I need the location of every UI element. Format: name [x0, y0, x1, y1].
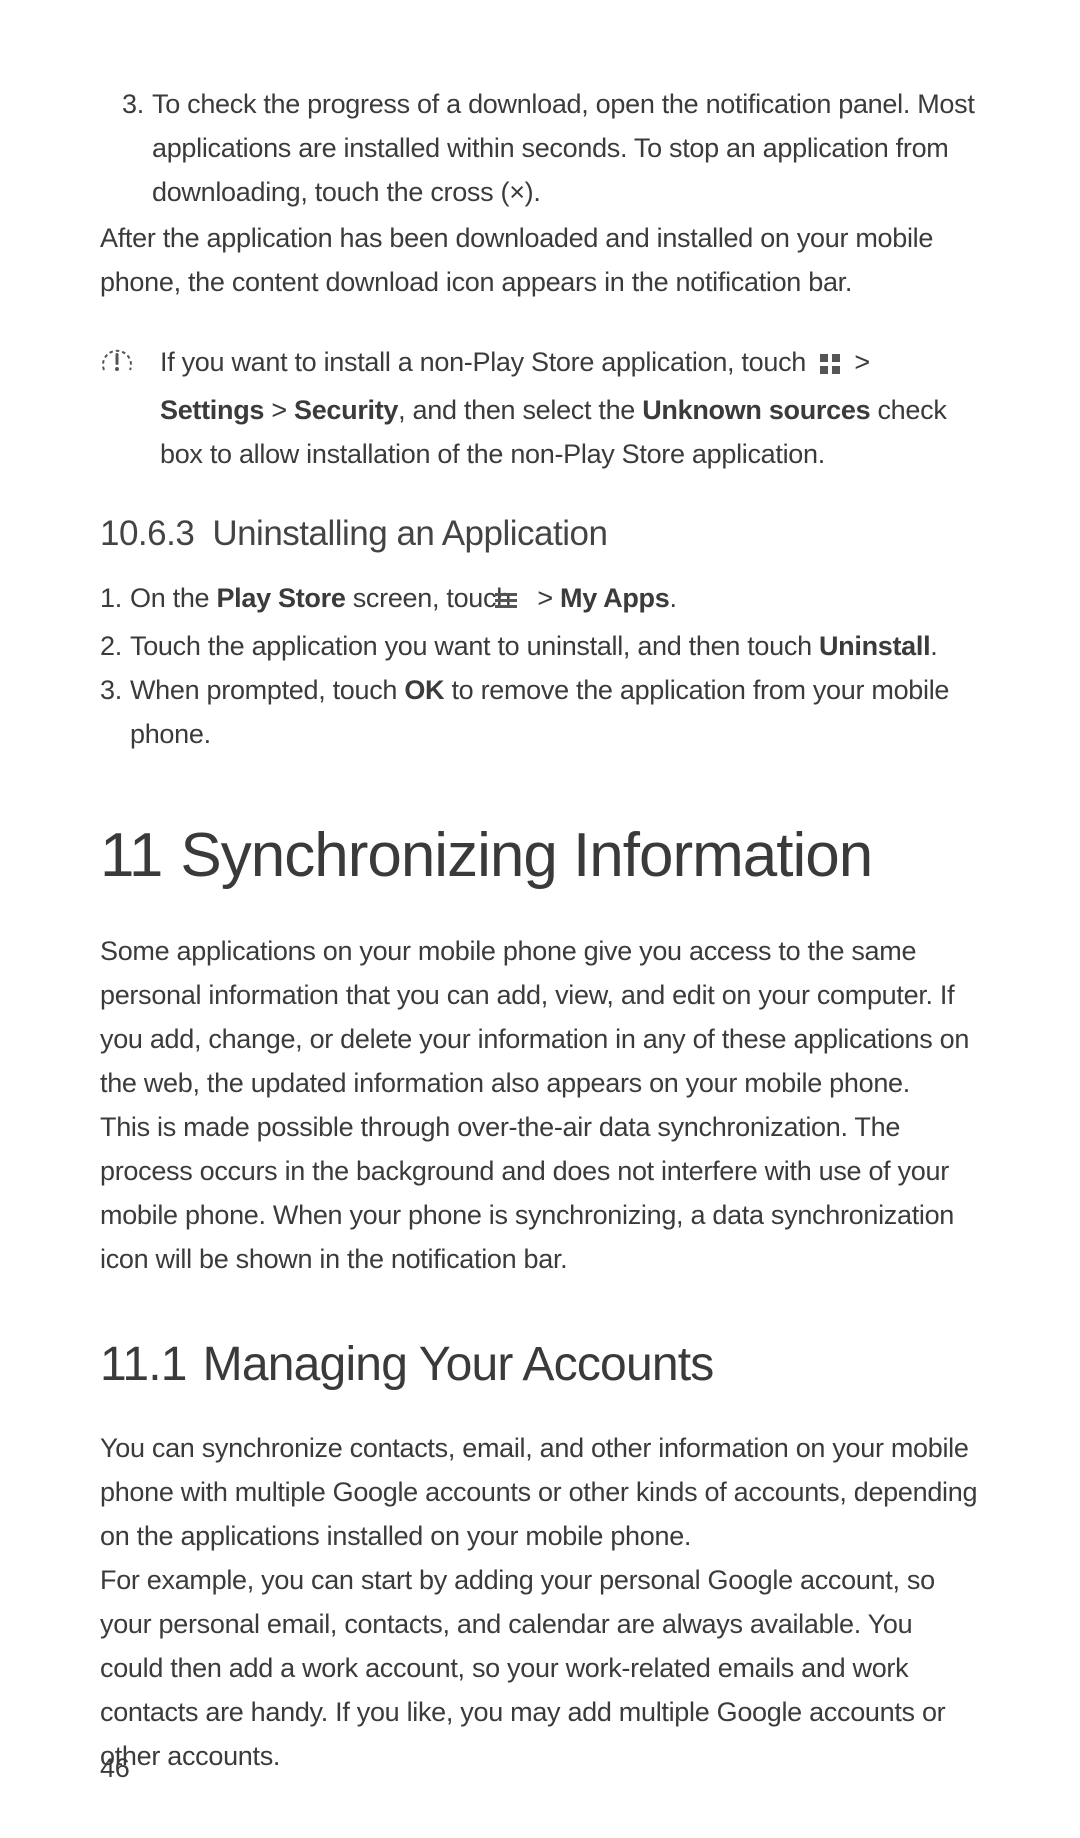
uninstall-step-1: 1.On the Play Store screen, touch > My A…: [130, 576, 980, 624]
sync-intro-1: Some applications on your mobile phone g…: [100, 929, 980, 1105]
page-number: 46: [100, 1753, 129, 1784]
apps-grid-icon: [819, 344, 841, 388]
after-download-note: After the application has been downloade…: [100, 216, 980, 304]
uninstall-step-2: 2.Touch the application you want to unin…: [130, 624, 980, 668]
step-3-download-progress: 3.To check the progress of a download, o…: [152, 82, 980, 214]
page: 3.To check the progress of a download, o…: [0, 0, 1080, 1838]
accounts-p1: You can synchronize contacts, email, and…: [100, 1426, 980, 1558]
caution-icon: [100, 344, 160, 476]
sync-intro-2: This is made possible through over-the-a…: [100, 1105, 980, 1281]
accounts-p2: For example, you can start by adding you…: [100, 1558, 980, 1778]
note-text: If you want to install a non-Play Store …: [160, 340, 980, 476]
heading-10-6-3: 10.6.3Uninstalling an Application: [100, 514, 980, 554]
heading-11: 11Synchronizing Information: [100, 820, 980, 891]
heading-11-1: 11.1Managing Your Accounts: [100, 1337, 980, 1392]
uninstall-step-3: 3.When prompted, touch OK to remove the …: [130, 668, 980, 756]
uninstall-steps: 1.On the Play Store screen, touch > My A…: [100, 576, 980, 756]
note-block: If you want to install a non-Play Store …: [100, 340, 980, 476]
